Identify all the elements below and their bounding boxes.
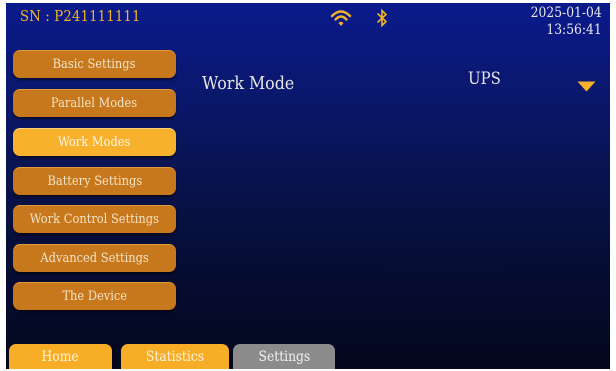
time-text: 13:56:41 [546,22,602,38]
menu-item-label: Basic Settings [53,57,136,72]
bluetooth-icon [376,8,388,28]
menu-item-label: Work Control Settings [29,212,160,227]
menu-item-work-modes[interactable]: Work Modes [13,128,176,156]
chevron-down-icon[interactable] [577,81,596,92]
date-text: 2025-01-04 [530,5,602,21]
tab-label: Settings [258,348,310,365]
menu-item-advanced-settings[interactable]: Advanced Settings [13,244,176,272]
menu-item-battery-settings[interactable]: Battery Settings [13,167,176,195]
menu-item-parallel-modes[interactable]: Parallel Modes [13,89,176,117]
wifi-icon [330,10,352,26]
device-screen: SN : P241111111 2025-01-04 13:56:41 Basi… [6,3,610,369]
menu-item-label: Battery Settings [47,174,142,189]
menu-item-work-control-settings[interactable]: Work Control Settings [13,205,176,233]
work-mode-label: Work Mode [202,73,295,94]
tab-statistics[interactable]: Statistics [121,344,229,369]
tab-label: Statistics [145,348,205,365]
menu-item-label: Advanced Settings [40,251,149,266]
serial-number: SN : P241111111 [20,7,141,25]
menu-item-the-device[interactable]: The Device [13,282,176,310]
datetime: 2025-01-04 13:56:41 [531,5,602,39]
menu-item-label: Parallel Modes [51,96,138,111]
tab-label: Home [41,348,80,365]
menu-item-label: Work Modes [58,135,131,150]
work-mode-value[interactable]: UPS [468,69,501,89]
menu-item-label: The Device [62,289,127,304]
menu-item-basic-settings[interactable]: Basic Settings [13,50,176,78]
tab-home[interactable]: Home [9,344,112,369]
tab-settings[interactable]: Settings [233,344,335,369]
